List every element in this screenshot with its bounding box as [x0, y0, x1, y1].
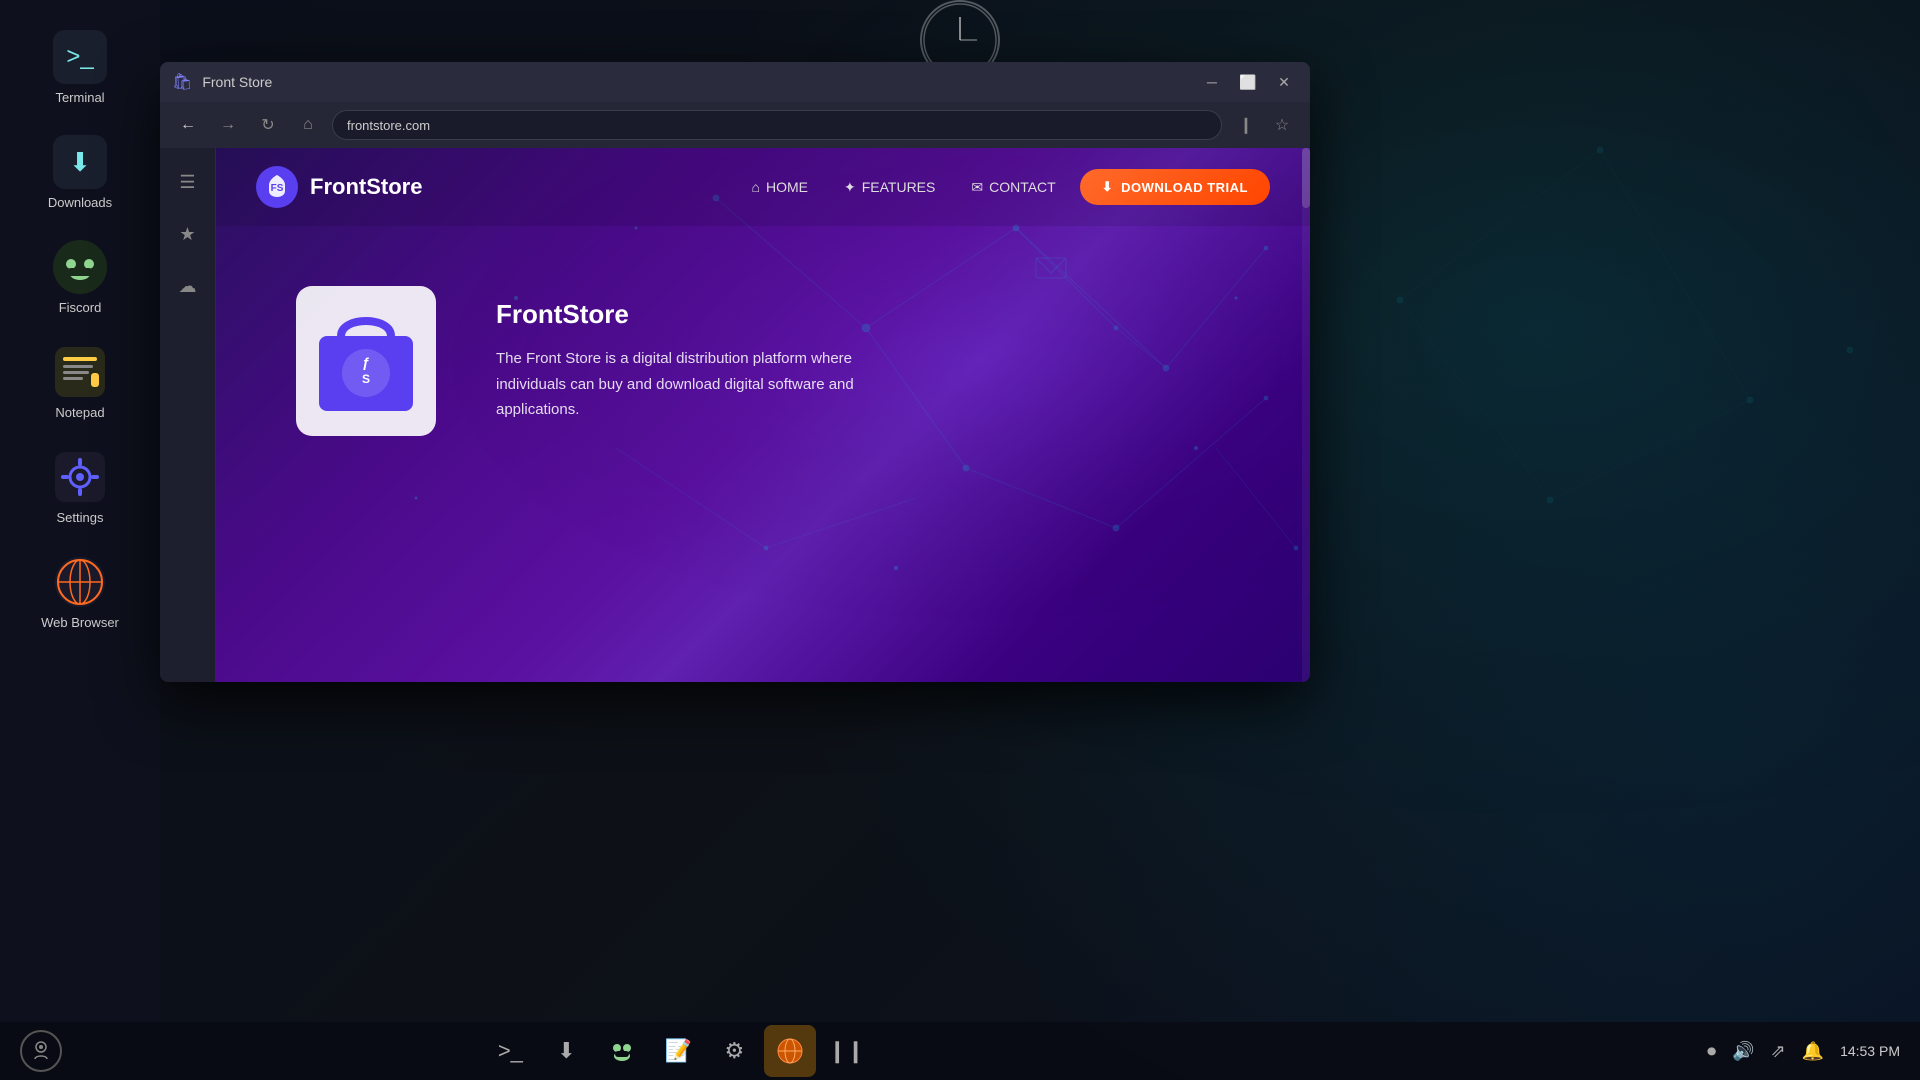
svg-text:FS: FS — [271, 183, 284, 194]
contact-nav-label: CONTACT — [989, 179, 1056, 195]
bookmark-button[interactable]: ☆ — [1266, 109, 1298, 141]
title-bar: 🛍 Front Store ─ ⬜ ✕ — [160, 62, 1310, 102]
settings-icon — [53, 450, 107, 504]
download-trial-label: DOWNLOAD TRIAL — [1121, 180, 1248, 195]
browser-sidebar-menu[interactable]: ☰ — [170, 164, 206, 200]
website-content: FS FrontStore ⌂ HOME ✦ FEATURES ✉ — [216, 148, 1310, 682]
hero-section: ƒ S FrontStore The Front Store is a digi… — [216, 226, 1310, 496]
sidebar-label-fiscord: Fiscord — [59, 300, 102, 315]
website-logo: FS FrontStore — [256, 166, 422, 208]
taskbar-notepad-button[interactable]: 📝 — [652, 1025, 704, 1077]
browser-title: Front Store — [202, 74, 1188, 90]
taskbar-downloads-button[interactable]: ⬇ — [540, 1025, 592, 1077]
contact-nav-icon: ✉ — [971, 179, 983, 196]
sidebar-item-notepad[interactable]: Notepad — [20, 335, 140, 430]
taskbar-settings-button[interactable]: ⚙ — [708, 1025, 760, 1077]
notepad-icon — [53, 345, 107, 399]
browser-sidebar-cloud[interactable]: ☁ — [170, 268, 206, 304]
maximize-button[interactable]: ⬜ — [1234, 68, 1262, 96]
browser-favicon: 🛍 — [172, 72, 192, 92]
taskbar-fiscord-button[interactable] — [596, 1025, 648, 1077]
sidebar: >_ Terminal ⬇ Downloads Fiscord — [0, 0, 160, 1080]
taskbar-terminal-button[interactable]: >_ — [484, 1025, 536, 1077]
sidebar-item-downloads[interactable]: ⬇ Downloads — [20, 125, 140, 220]
browser-window: 🛍 Front Store ─ ⬜ ✕ ← → ↻ ⌂ frontstore.c… — [160, 62, 1310, 682]
refresh-button[interactable]: ↻ — [252, 109, 284, 141]
browser-sidebar: ☰ ★ ☁ — [160, 148, 216, 682]
window-controls: ─ ⬜ ✕ — [1198, 68, 1298, 96]
webbrowser-icon — [53, 555, 107, 609]
fiscord-icon — [53, 240, 107, 294]
taskbar: >_ ⬇ 📝 ⚙ ❙❙ — [0, 1022, 1920, 1080]
nav-bar: ← → ↻ ⌂ frontstore.com ❙ ☆ — [160, 102, 1310, 148]
nav-right-buttons: ❙ ☆ — [1230, 109, 1298, 141]
back-button[interactable]: ← — [172, 109, 204, 141]
nav-link-features[interactable]: ✦ FEATURES — [844, 179, 935, 196]
volume-button[interactable]: 🔊 — [1732, 1041, 1754, 1062]
taskbar-time: 14:53 PM — [1840, 1043, 1900, 1059]
sidebar-item-fiscord[interactable]: Fiscord — [20, 230, 140, 325]
sidebar-label-downloads: Downloads — [48, 195, 112, 210]
downloads-icon: ⬇ — [53, 135, 107, 189]
sidebar-toggle-button[interactable]: ❙ — [1230, 109, 1262, 141]
sidebar-label-webbrowser: Web Browser — [41, 615, 119, 630]
website-navbar: FS FrontStore ⌂ HOME ✦ FEATURES ✉ — [216, 148, 1310, 226]
sidebar-item-webbrowser[interactable]: Web Browser — [20, 545, 140, 640]
notifications-button[interactable]: 🔔 — [1802, 1041, 1824, 1062]
taskbar-split-button[interactable]: ❙❙ — [820, 1025, 872, 1077]
features-nav-icon: ✦ — [844, 179, 856, 196]
address-bar[interactable]: frontstore.com — [332, 110, 1222, 140]
home-button[interactable]: ⌂ — [292, 109, 324, 141]
svg-text:S: S — [362, 372, 370, 386]
desktop: >_ Terminal ⬇ Downloads Fiscord — [0, 0, 1920, 1080]
nav-link-home[interactable]: ⌂ HOME — [752, 179, 808, 195]
download-trial-icon: ⬇ — [1102, 179, 1113, 195]
features-nav-label: FEATURES — [862, 179, 936, 195]
shopping-bag-icon: ƒ S — [296, 286, 436, 436]
hero-icon-container: ƒ S — [296, 286, 436, 436]
taskbar-system-tray: ⏺ 🔊 ⇗ 🔔 14:53 PM — [1707, 1041, 1900, 1062]
website-logo-text: FrontStore — [310, 174, 422, 200]
home-nav-label: HOME — [766, 179, 808, 195]
hero-text: FrontStore The Front Store is a digital … — [496, 299, 896, 423]
sidebar-label-settings: Settings — [57, 510, 104, 525]
close-button[interactable]: ✕ — [1270, 68, 1298, 96]
download-trial-button[interactable]: ⬇ DOWNLOAD TRIAL — [1080, 169, 1270, 205]
taskbar-left — [20, 1030, 62, 1072]
frontstore-logo-icon: FS — [256, 166, 298, 208]
forward-button[interactable]: → — [212, 109, 244, 141]
svg-text:ƒ: ƒ — [362, 354, 370, 370]
url-text: frontstore.com — [347, 118, 430, 133]
record-button[interactable]: ⏺ — [1707, 1041, 1716, 1062]
hero-title: FrontStore — [496, 299, 896, 330]
sidebar-item-terminal[interactable]: >_ Terminal — [20, 20, 140, 115]
nav-link-contact[interactable]: ✉ CONTACT — [971, 179, 1055, 196]
taskbar-center: >_ ⬇ 📝 ⚙ ❙❙ — [484, 1025, 872, 1077]
taskbar-webbrowser-button[interactable] — [764, 1025, 816, 1077]
sidebar-label-notepad: Notepad — [55, 405, 104, 420]
minimize-button[interactable]: ─ — [1198, 68, 1226, 96]
home-nav-icon: ⌂ — [752, 179, 760, 195]
sidebar-item-settings[interactable]: Settings — [20, 440, 140, 535]
hero-description: The Front Store is a digital distributio… — [496, 346, 896, 423]
terminal-icon: >_ — [53, 30, 107, 84]
network-button[interactable]: ⇗ — [1771, 1041, 1786, 1062]
taskbar-podcast-button[interactable] — [20, 1030, 62, 1072]
browser-sidebar-favorites[interactable]: ★ — [170, 216, 206, 252]
website-nav-links: ⌂ HOME ✦ FEATURES ✉ CONTACT — [752, 179, 1056, 196]
sidebar-label-terminal: Terminal — [55, 90, 104, 105]
